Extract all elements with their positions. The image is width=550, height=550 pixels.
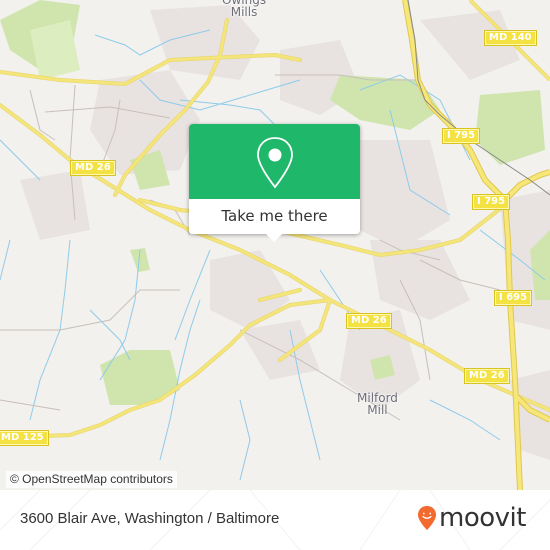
place-label-milford-mill: Milford Mill bbox=[357, 392, 398, 416]
place-label-line: Mill bbox=[367, 403, 388, 417]
moovit-logo[interactable]: moovit bbox=[417, 503, 526, 533]
address-text: 3600 Blair Ave, Washington / Baltimore bbox=[20, 510, 280, 527]
place-label-line: Mills bbox=[230, 5, 258, 19]
location-popup: Take me there bbox=[189, 124, 360, 242]
map-tiles bbox=[0, 0, 550, 490]
road-shield-md-125: MD 125 bbox=[0, 430, 49, 446]
map-pin-icon bbox=[257, 137, 293, 189]
popup-pointer bbox=[265, 233, 283, 242]
moovit-smile-pin-icon bbox=[418, 506, 436, 530]
road-shield-md-140: MD 140 bbox=[484, 30, 537, 46]
moovit-wordmark: moovit bbox=[439, 503, 526, 533]
road-shield-md-26: MD 26 bbox=[464, 368, 510, 384]
place-label-owings-mills: Owings Mills bbox=[222, 0, 266, 18]
map-attribution[interactable]: © OpenStreetMap contributors bbox=[6, 471, 177, 488]
road-shield-i-795: I 795 bbox=[442, 128, 481, 144]
waterways bbox=[0, 29, 546, 481]
take-me-there-button[interactable]: Take me there bbox=[189, 199, 360, 234]
road-shield-md-26: MD 26 bbox=[70, 160, 116, 176]
popup-header bbox=[189, 124, 360, 199]
road-shield-md-26: MD 26 bbox=[346, 313, 392, 329]
road-shield-i-795: I 795 bbox=[472, 194, 511, 210]
footer: 3600 Blair Ave, Washington / Baltimore m… bbox=[0, 490, 550, 550]
map[interactable]: Owings Mills Milford Mill MD 140 MD 26 I… bbox=[0, 0, 550, 490]
road-shield-i-695: I 695 bbox=[494, 290, 533, 306]
